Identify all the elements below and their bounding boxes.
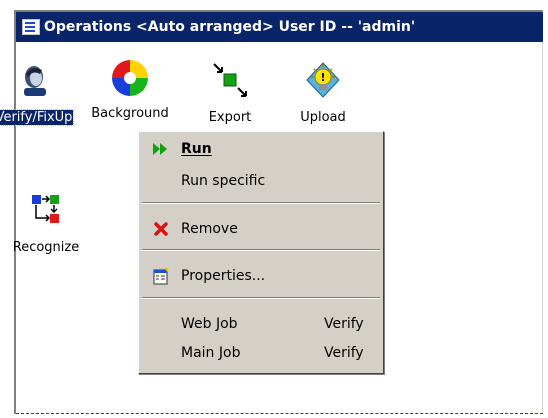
recognize-flow-icon — [28, 192, 64, 228]
menu-item-label: Web Job — [181, 316, 238, 332]
operation-recognize[interactable]: Recognize — [4, 192, 88, 255]
operation-upload[interactable]: ! Upload — [281, 62, 365, 125]
operation-label: Background — [91, 106, 169, 121]
menu-item-label: Run specific — [181, 173, 266, 189]
window-icon — [22, 19, 40, 35]
menu-item-label: Main Job — [181, 345, 241, 361]
menu-item-value: Verify — [324, 316, 364, 332]
menu-separator — [142, 202, 380, 204]
properties-icon — [151, 266, 171, 286]
operation-label: Verify/FixUp — [0, 109, 75, 126]
export-arrows-icon — [212, 62, 248, 98]
operation-label: Recognize — [12, 240, 80, 255]
menu-item-label: Run — [181, 141, 212, 157]
menu-separator — [142, 249, 380, 251]
menu-separator — [142, 297, 380, 299]
user-head-icon — [16, 62, 52, 98]
remove-x-icon — [151, 219, 171, 239]
title-bar[interactable]: Operations <Auto arranged> User ID -- 'a… — [16, 12, 543, 42]
menu-item-value: Verify — [324, 345, 364, 361]
operation-export[interactable]: Export — [188, 62, 272, 125]
run-arrow-icon — [151, 139, 171, 159]
pane-bottom-border — [16, 413, 543, 414]
menu-item-properties[interactable]: Properties... — [139, 264, 383, 288]
operation-label: Upload — [300, 110, 346, 125]
operation-background[interactable]: Background — [88, 60, 172, 121]
menu-item-label: Remove — [181, 221, 238, 237]
menu-item-run-specific[interactable]: Run specific — [139, 169, 383, 193]
color-circle-icon — [109, 58, 151, 98]
menu-item-remove[interactable]: Remove — [139, 217, 383, 241]
svg-text:!: ! — [320, 71, 325, 84]
context-menu: Run Run specific Remove Properties... We… — [138, 131, 384, 374]
lightbulb-icon: ! — [305, 62, 341, 98]
menu-item-main-job[interactable]: Main Job Verify — [139, 341, 383, 365]
menu-item-run[interactable]: Run — [139, 137, 383, 161]
operation-label: Export — [208, 110, 252, 125]
menu-item-web-job[interactable]: Web Job Verify — [139, 312, 383, 336]
operation-verify-fixup[interactable]: Verify/FixUp — [0, 62, 76, 126]
menu-item-label: Properties... — [181, 268, 266, 284]
window-title: Operations <Auto arranged> User ID -- 'a… — [44, 19, 416, 35]
